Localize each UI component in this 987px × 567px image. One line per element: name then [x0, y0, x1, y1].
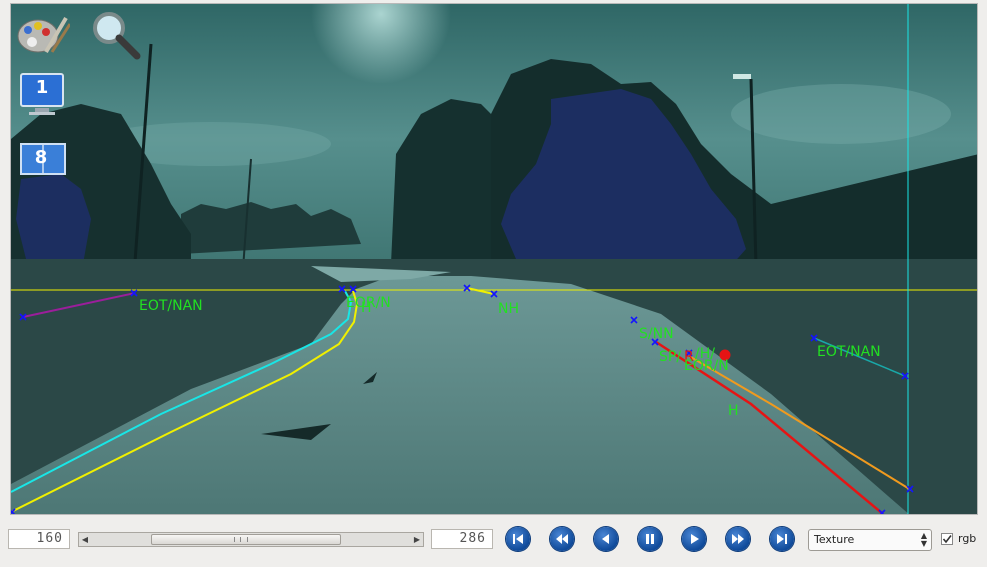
- magnifier-icon[interactable]: [91, 10, 143, 60]
- road-scene: EOT/NAN EOR/N H NH S/NN SP/ R /H/ EOR/N …: [11, 4, 977, 514]
- render-mode-value: Texture: [814, 533, 855, 546]
- frame-scrollbar[interactable]: ◀ ▶: [78, 532, 424, 547]
- grip-icon: [233, 537, 248, 542]
- pause-button[interactable]: [638, 527, 662, 551]
- fast-forward-button[interactable]: [726, 527, 750, 551]
- step-back-button[interactable]: [594, 527, 618, 551]
- skip-start-icon: [513, 534, 523, 544]
- rgb-label: rgb: [958, 532, 977, 545]
- window-label: 8: [34, 147, 48, 168]
- label-center-h: H: [361, 300, 372, 316]
- step-back-icon: [602, 534, 609, 544]
- render-mode-select[interactable]: Texture ▲ ▼: [808, 529, 932, 551]
- rgb-checkbox[interactable]: [941, 533, 953, 545]
- label-right-h2: H: [728, 403, 739, 419]
- skip-to-start-button[interactable]: [506, 527, 530, 551]
- scroll-thumb[interactable]: [150, 534, 341, 545]
- playback-bar: 160 ◀ ▶ 286 Texture ▲ ▼ rgb: [0, 520, 987, 567]
- label-left-eot: EOT/NAN: [139, 298, 203, 314]
- play-icon: [691, 534, 699, 544]
- monitor-label: 1: [35, 77, 49, 98]
- play-button[interactable]: [682, 527, 706, 551]
- current-frame-display[interactable]: 160: [8, 529, 70, 549]
- label-right-eor: EOR/N: [684, 358, 729, 374]
- label-right-sp: SP/: [659, 349, 681, 365]
- video-viewport[interactable]: EOT/NAN EOR/N H NH S/NN SP/ R /H/ EOR/N …: [10, 3, 978, 515]
- total-frames-display: 286: [431, 529, 493, 549]
- fast-forward-icon: [732, 534, 744, 544]
- updown-arrows-icon: ▲ ▼: [920, 531, 927, 548]
- lamp-head: [733, 74, 751, 79]
- paint-palette-icon[interactable]: [14, 10, 70, 58]
- rewind-icon: [556, 534, 568, 544]
- label-far-eot: EOT/NAN: [817, 344, 881, 360]
- scroll-right-arrow-icon[interactable]: ▶: [411, 533, 423, 546]
- monitor-icon[interactable]: 1: [19, 72, 67, 118]
- skip-end-icon: [777, 534, 787, 544]
- checkmark-icon: [942, 535, 952, 544]
- window-icon[interactable]: 8: [19, 142, 67, 178]
- pause-icon: [646, 534, 654, 544]
- label-right-sn: S/NN: [639, 326, 674, 342]
- skip-to-end-button[interactable]: [770, 527, 794, 551]
- label-center-nh: NH: [498, 301, 519, 317]
- cloud: [731, 84, 951, 144]
- scroll-left-arrow-icon[interactable]: ◀: [79, 533, 91, 546]
- rewind-button[interactable]: [550, 527, 574, 551]
